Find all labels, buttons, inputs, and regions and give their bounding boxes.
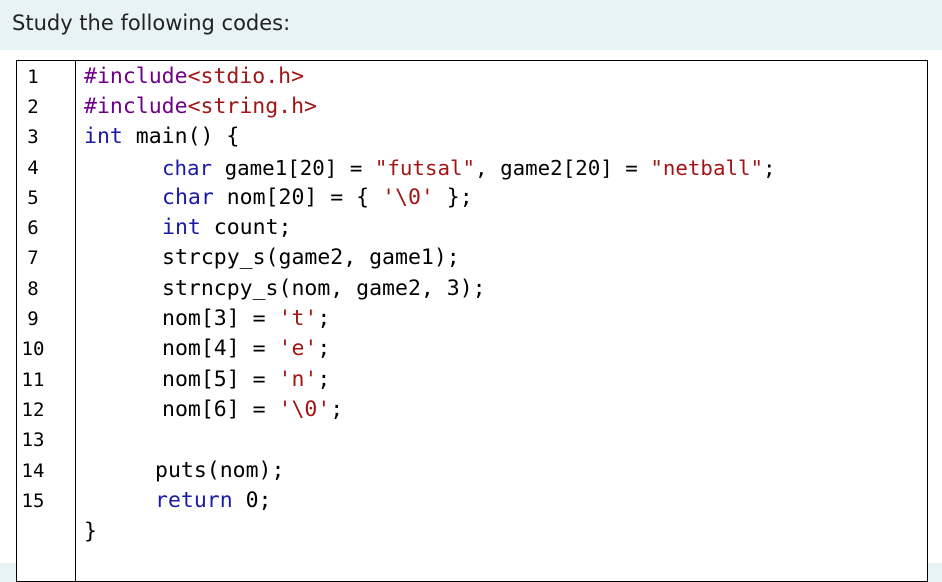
code-listing: 1 2 3 4 5 6 7 8 9 10 11 12 13 14 15 #inc… [16, 60, 928, 582]
code-token: return [155, 488, 233, 513]
code-token: 'n' [278, 367, 318, 392]
code-line-4: char game1[20] = "futsal", game2[20] = "… [162, 153, 776, 183]
line-number: 12 [21, 399, 45, 421]
code-token: "netball" [650, 156, 764, 180]
line-number: 13 [21, 429, 45, 451]
code-line-9: nom[3] = 't'; [162, 304, 330, 334]
code-line-6: int count; [162, 213, 291, 243]
code-token: puts(nom); [155, 458, 285, 483]
question-prompt: Study the following codes: [12, 11, 291, 35]
line-number: 6 [27, 217, 39, 239]
line-number: 9 [27, 308, 39, 330]
code-token: ; [330, 397, 344, 422]
code-token: nom[20] = { [213, 185, 383, 210]
line-number: 15 [21, 490, 45, 512]
code-token: , game2[20] = [475, 156, 651, 180]
line-number: 3 [27, 126, 39, 148]
code-token: strcpy_s(game2, game1); [162, 245, 460, 270]
line-number-gutter: 1 2 3 4 5 6 7 8 9 10 11 12 13 14 15 [17, 61, 76, 581]
code-token: ; [763, 156, 776, 180]
code-token: 'e' [278, 336, 318, 361]
code-line-7: strcpy_s(game2, game1); [162, 243, 460, 273]
line-number: 2 [27, 96, 39, 118]
code-line-14: puts(nom); [155, 456, 284, 486]
line-number: 11 [21, 369, 45, 391]
code-token: '\0' [278, 397, 331, 422]
code-token: '\0' [382, 185, 434, 210]
code-token: <stdio.h> [187, 64, 305, 89]
code-line-3: int main() { [84, 122, 239, 152]
code-token: 0; [232, 488, 272, 513]
line-number: 5 [27, 187, 39, 209]
code-token: }; [433, 185, 473, 210]
code-line-10: nom[4] = 'e'; [162, 334, 330, 364]
line-number: 4 [27, 157, 39, 179]
code-token: nom[4] = [162, 336, 279, 361]
code-token: nom[6] = [162, 397, 279, 422]
code-token: } [84, 519, 97, 544]
code-line-11: nom[5] = 'n'; [162, 365, 330, 395]
code-line-5: char nom[20] = { '\0' }; [162, 183, 473, 213]
code-token: count; [200, 215, 292, 240]
code-line-2: #include<string.h> [84, 92, 317, 122]
code-token: char [162, 185, 214, 210]
code-token: ; [317, 367, 331, 392]
line-number: 8 [27, 278, 39, 300]
code-token: <string.h> [187, 94, 318, 119]
code-token: ; [317, 336, 331, 361]
code-token: ; [317, 306, 331, 331]
code-token: strncpy_s(nom, game2, 3); [162, 276, 486, 301]
code-token: char [162, 156, 213, 180]
code-token: int [84, 124, 123, 149]
code-token: nom[5] = [162, 367, 279, 392]
code-token: "futsal" [374, 156, 476, 180]
code-token: main() { [122, 124, 240, 149]
code-line-15: return 0; [155, 486, 272, 516]
code-token: nom[3] = [162, 306, 279, 331]
code-token: #include [84, 64, 188, 89]
code-line-1: #include<stdio.h> [84, 62, 304, 92]
line-number: 1 [27, 66, 39, 88]
line-number: 7 [27, 247, 39, 269]
code-token: 't' [278, 306, 318, 331]
code-line-8: strncpy_s(nom, game2, 3); [162, 274, 486, 304]
line-number: 14 [21, 460, 45, 482]
line-number: 10 [21, 338, 45, 360]
code-token: game1[20] = [212, 156, 375, 180]
code-line-12: nom[6] = '\0'; [162, 395, 343, 425]
code-line-closing-brace: } [84, 517, 97, 547]
code-token: int [162, 215, 201, 240]
code-token: #include [84, 94, 188, 119]
